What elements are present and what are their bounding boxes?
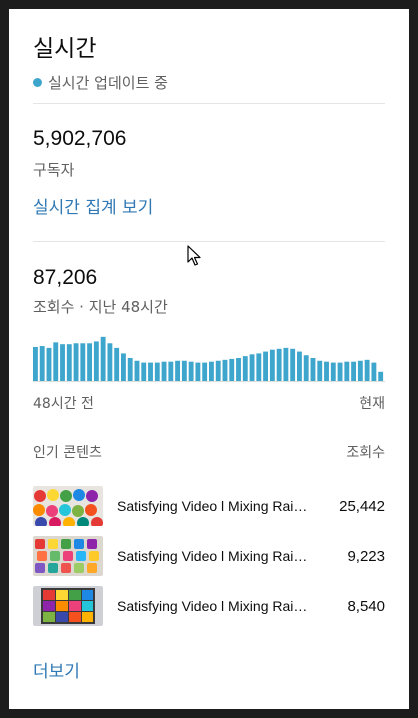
video-thumbnail[interactable] <box>33 586 103 626</box>
list-item[interactable]: Satisfying Video l Mixing Rainbow Paint … <box>33 586 385 626</box>
chart-bar[interactable] <box>290 348 296 381</box>
chart-bar[interactable] <box>256 353 262 381</box>
video-title[interactable]: Satisfying Video l Mixing Rainbow Playdo… <box>117 498 312 514</box>
chart-start-label: 48시간 전 <box>33 396 94 412</box>
views-column-header: 조회수 <box>346 445 385 461</box>
chart-bar[interactable] <box>351 361 357 381</box>
chart-bar[interactable] <box>33 346 38 381</box>
chart-bar[interactable] <box>222 359 228 381</box>
video-thumbnail[interactable] <box>33 536 103 576</box>
chart-bar[interactable] <box>87 343 93 381</box>
chart-bar[interactable] <box>303 355 309 381</box>
chart-bar[interactable] <box>127 358 133 381</box>
chart-bar[interactable] <box>378 371 384 381</box>
chart-bar[interactable] <box>344 361 350 381</box>
views-count: 87,206 <box>33 266 98 289</box>
video-views: 9,223 <box>347 547 385 565</box>
chart-bar[interactable] <box>242 356 248 381</box>
video-views: 8,540 <box>347 597 385 615</box>
chart-bar[interactable] <box>53 342 59 381</box>
chart-bar[interactable] <box>330 362 336 381</box>
chart-bar[interactable] <box>188 361 194 381</box>
live-status: 실시간 업데이트 중 <box>33 72 168 93</box>
subscriber-count: 5,902,706 <box>33 127 127 150</box>
chart-bar[interactable] <box>134 360 140 381</box>
chart-bar[interactable] <box>100 336 106 381</box>
chart-bar[interactable] <box>215 360 221 381</box>
chart-bar[interactable] <box>202 362 208 381</box>
chart-bar[interactable] <box>357 360 363 381</box>
chart-bar[interactable] <box>114 347 120 381</box>
chart-bar[interactable] <box>66 344 72 381</box>
chart-bar[interactable] <box>39 346 45 381</box>
live-status-label: 실시간 업데이트 중 <box>48 74 168 92</box>
chart-bar[interactable] <box>297 351 302 381</box>
video-views: 25,442 <box>339 497 385 515</box>
chart-bar[interactable] <box>161 361 167 381</box>
chart-bar[interactable] <box>60 344 65 381</box>
chart-bar[interactable] <box>141 362 147 381</box>
chart-bar[interactable] <box>310 358 316 381</box>
top-content-header: 인기 콘텐츠 <box>33 445 102 461</box>
chart-bar[interactable] <box>148 362 153 381</box>
chart-bar[interactable] <box>324 361 329 381</box>
card-title: 실시간 <box>33 36 97 62</box>
views-bar-chart[interactable] <box>33 335 385 381</box>
realtime-card: 실시간 실시간 업데이트 중 5,902,706 구독자 실시간 집계 보기 8… <box>9 9 409 709</box>
chart-bar[interactable] <box>229 358 235 381</box>
chart-bar[interactable] <box>168 361 174 381</box>
video-title[interactable]: Satisfying Video l Mixing Rainbow Slime … <box>117 548 312 564</box>
chart-bar[interactable] <box>195 362 201 381</box>
chart-bar[interactable] <box>276 348 282 381</box>
chart-bar[interactable] <box>364 359 370 381</box>
chart-bar[interactable] <box>337 362 343 381</box>
chart-bar[interactable] <box>371 362 377 381</box>
chart-bar[interactable] <box>263 351 269 381</box>
list-item[interactable]: Satisfying Video l Mixing Rainbow Slime … <box>33 536 385 576</box>
chart-baseline <box>33 381 385 382</box>
video-title[interactable]: Satisfying Video l Mixing Rainbow Paint … <box>117 598 312 614</box>
divider <box>33 103 385 104</box>
divider <box>33 241 385 242</box>
live-dot-icon <box>33 78 42 87</box>
views-label: 조회수 · 지난 48시간 <box>33 298 168 316</box>
chart-bar[interactable] <box>107 343 113 381</box>
chart-bar[interactable] <box>181 360 187 381</box>
chart-bar[interactable] <box>249 354 255 381</box>
chart-bar[interactable] <box>236 358 241 381</box>
chart-bar[interactable] <box>283 347 289 381</box>
more-link[interactable]: 더보기 <box>33 657 80 682</box>
chart-bar[interactable] <box>80 343 86 381</box>
video-thumbnail[interactable] <box>33 486 103 526</box>
mouse-pointer-icon <box>187 245 201 266</box>
chart-bar[interactable] <box>73 343 79 381</box>
chart-bar[interactable] <box>154 362 160 381</box>
chart-bar[interactable] <box>46 347 52 381</box>
chart-end-label: 현재 <box>359 396 385 412</box>
chart-bar[interactable] <box>269 349 275 381</box>
list-item[interactable]: Satisfying Video l Mixing Rainbow Playdo… <box>33 486 385 526</box>
realtime-count-link[interactable]: 실시간 집계 보기 <box>33 193 153 218</box>
chart-bar[interactable] <box>209 361 214 381</box>
chart-bar[interactable] <box>121 353 126 381</box>
chart-bar[interactable] <box>93 341 99 381</box>
subscriber-label: 구독자 <box>33 161 75 179</box>
chart-bar[interactable] <box>175 360 181 381</box>
chart-bar[interactable] <box>317 360 323 381</box>
